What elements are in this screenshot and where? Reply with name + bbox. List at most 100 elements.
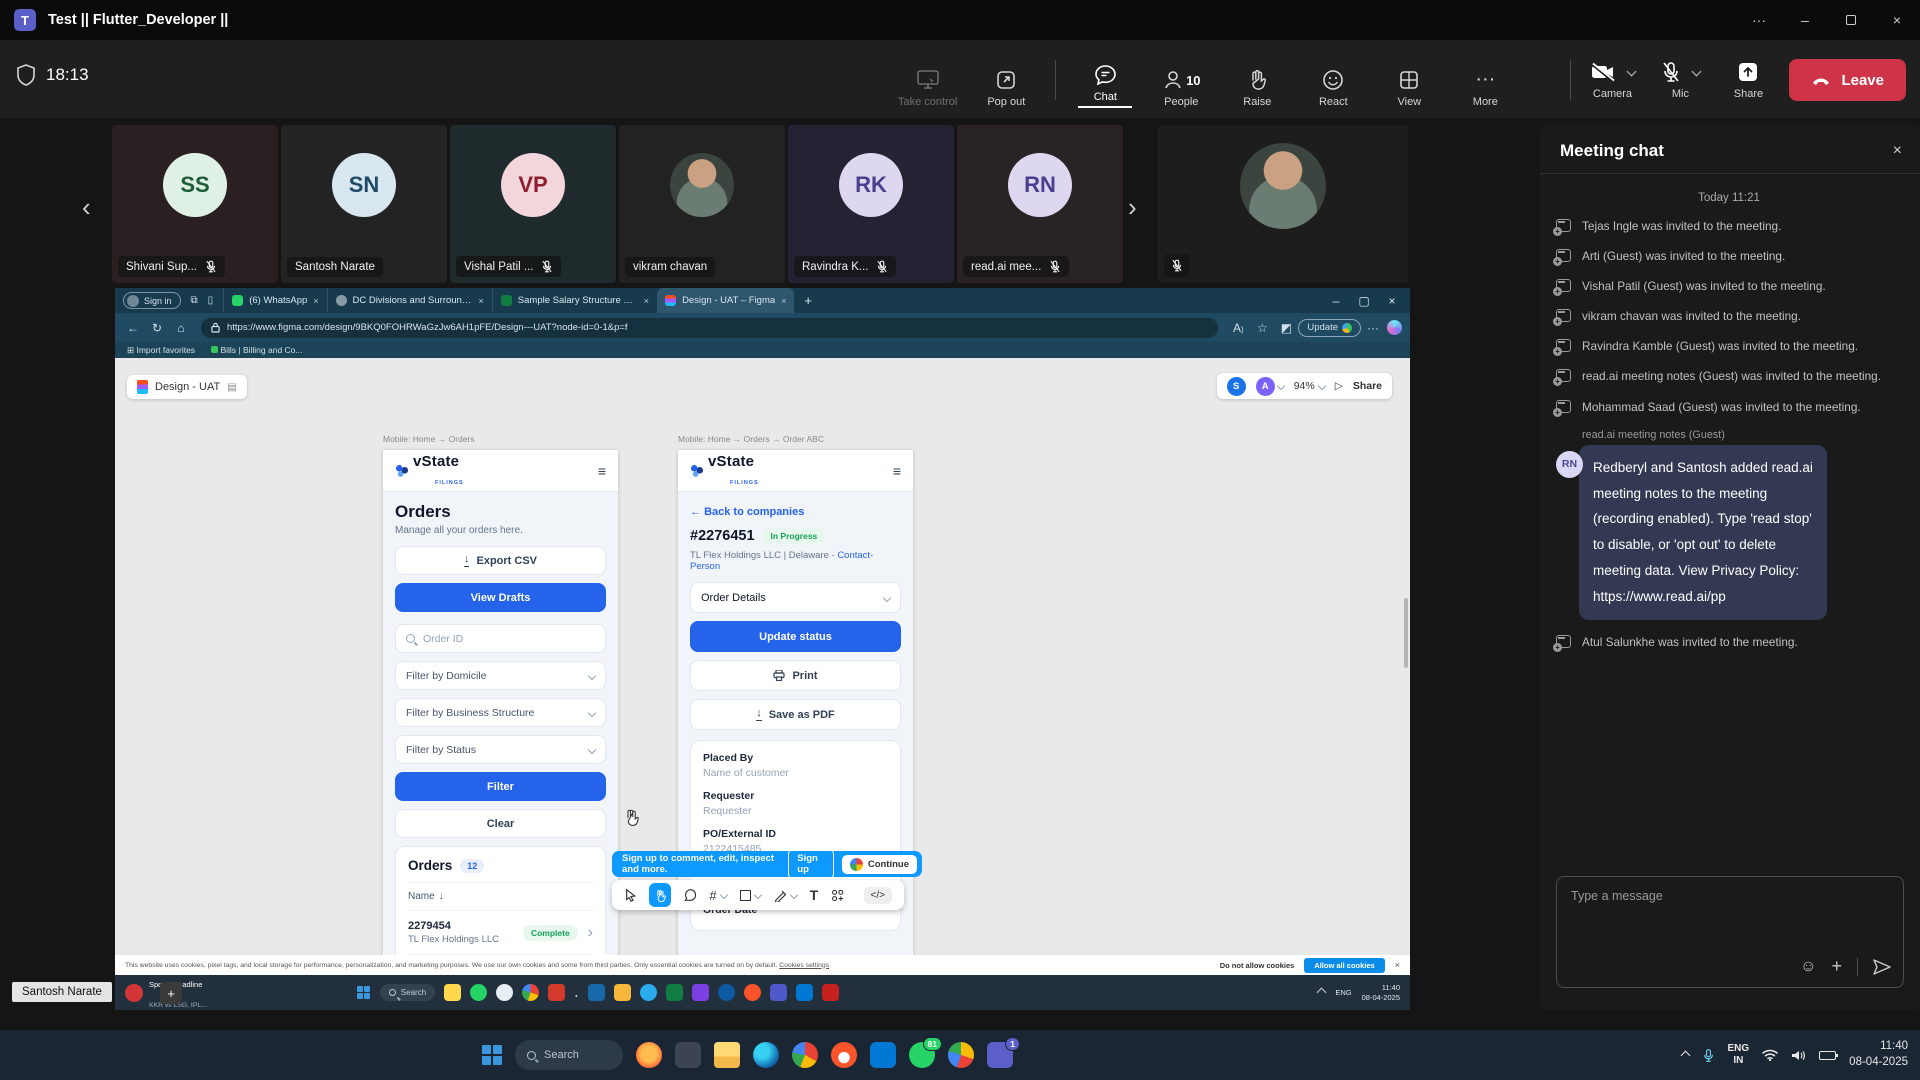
whatsapp-icon[interactable]: 81: [909, 1042, 935, 1068]
emoji-icon[interactable]: ☺: [1800, 958, 1816, 976]
canvas-scrollbar[interactable]: [1404, 598, 1408, 668]
order-row[interactable]: 2279454 TL Flex Holdings LLC Complete ›: [408, 910, 593, 954]
allow-cookies-button[interactable]: Allow all cookies: [1304, 958, 1384, 973]
view-button[interactable]: View: [1382, 69, 1436, 108]
browser-update-button[interactable]: Update: [1298, 319, 1361, 337]
shared-taskbar-icon[interactable]: [470, 984, 487, 1001]
figma-file-chip[interactable]: Design - UAT ▤: [127, 375, 247, 399]
extensions-icon[interactable]: ◩: [1274, 321, 1298, 335]
leave-button[interactable]: Leave: [1789, 59, 1906, 101]
shared-taskbar-icon[interactable]: [614, 984, 631, 1001]
shared-taskbar-icon[interactable]: [444, 984, 461, 1001]
hand-tool-button[interactable]: [649, 883, 670, 907]
present-icon[interactable]: ▷: [1335, 380, 1343, 392]
file-explorer-icon[interactable]: [714, 1042, 740, 1068]
save-as-pdf-button[interactable]: ↓Save as PDF: [690, 699, 901, 730]
frame-label[interactable]: Mobile: Home → Orders → Order ABC: [678, 434, 824, 444]
move-tool-icon[interactable]: [624, 888, 636, 903]
tab-actions-icon[interactable]: ▯: [208, 295, 214, 306]
back-to-companies-link[interactable]: ← Back to companies: [690, 506, 901, 518]
chat-close-icon[interactable]: ×: [1893, 142, 1902, 160]
new-tab-icon[interactable]: +: [804, 293, 812, 308]
maximize-button[interactable]: [1828, 0, 1874, 40]
shared-taskbar-icon[interactable]: [822, 984, 839, 1001]
more-button[interactable]: ··· More: [1458, 69, 1512, 108]
filter-button[interactable]: Filter: [395, 772, 606, 801]
shared-taskbar-icon[interactable]: [522, 984, 539, 1001]
favorite-star-icon[interactable]: ☆: [1250, 321, 1274, 335]
browser-close-icon[interactable]: ×: [1380, 294, 1404, 308]
order-details-select[interactable]: Order Details: [690, 582, 901, 613]
column-header-name[interactable]: Name↓: [408, 882, 593, 910]
browser-settings-dots-icon[interactable]: ···: [1361, 321, 1385, 335]
scroll-right-chevron-icon[interactable]: ›: [1128, 192, 1137, 223]
tab-close-icon[interactable]: ×: [479, 296, 484, 306]
participant-tile[interactable]: VP Vishal Patil ...: [450, 125, 616, 283]
minimize-button[interactable]: –: [1782, 0, 1828, 40]
shared-taskbar-icon[interactable]: [496, 984, 513, 1001]
chat-message-input[interactable]: Type a message ☺ +: [1556, 876, 1904, 988]
camera-button[interactable]: Camera: [1585, 61, 1639, 100]
copilot-icon[interactable]: [1387, 320, 1402, 335]
wifi-icon[interactable]: [1762, 1049, 1778, 1061]
start-icon[interactable]: [357, 986, 371, 1000]
shared-taskbar-icon[interactable]: [796, 984, 813, 1001]
scroll-left-chevron-icon[interactable]: ‹: [82, 192, 91, 223]
teams-icon[interactable]: 1: [987, 1042, 1013, 1068]
send-icon[interactable]: [1873, 959, 1891, 975]
shared-taskbar-icon[interactable]: [588, 984, 605, 1001]
shared-taskbar-icon[interactable]: [692, 984, 709, 1001]
update-status-button[interactable]: Update status: [690, 621, 901, 652]
language-indicator[interactable]: ENG: [1728, 1043, 1750, 1054]
shared-taskbar-icon[interactable]: [640, 984, 657, 1001]
view-drafts-button[interactable]: View Drafts: [395, 583, 606, 612]
firefox-icon[interactable]: [636, 1042, 662, 1068]
taskbar-search-box[interactable]: Search: [515, 1040, 623, 1070]
clear-button[interactable]: Clear: [395, 809, 606, 838]
people-button[interactable]: 10 People: [1154, 69, 1208, 108]
window-menu-button[interactable]: ···: [1736, 0, 1782, 40]
mic-button[interactable]: Mic: [1653, 61, 1707, 100]
shared-taskbar-icon[interactable]: [770, 984, 787, 1001]
tab-close-icon[interactable]: ×: [644, 296, 649, 306]
settings-icon[interactable]: [675, 1042, 701, 1068]
collaborator-avatar[interactable]: S: [1227, 377, 1246, 396]
chat-button[interactable]: Chat: [1078, 64, 1132, 108]
browser-maximize-icon[interactable]: ▢: [1352, 294, 1376, 308]
print-button[interactable]: Print: [690, 660, 901, 691]
vscode-icon[interactable]: [870, 1042, 896, 1068]
mic-options-chevron-icon[interactable]: [1692, 67, 1702, 77]
shared-taskbar-icon[interactable]: [548, 984, 565, 1001]
browser-signin-chip[interactable]: Sign in: [123, 292, 181, 309]
share-button[interactable]: Share: [1721, 61, 1775, 100]
volume-icon[interactable]: [1791, 1049, 1806, 1062]
comment-tool-icon[interactable]: [684, 888, 696, 902]
tab-close-icon[interactable]: ×: [781, 296, 786, 306]
edge-icon[interactable]: [753, 1042, 779, 1068]
back-icon[interactable]: ←: [121, 321, 145, 335]
zoom-select[interactable]: 94%: [1294, 380, 1325, 392]
participant-tile[interactable]: SS Shivani Sup...: [112, 125, 278, 283]
bookmark-item[interactable]: Bills | Billing and Co...: [211, 345, 302, 355]
brave-icon[interactable]: [831, 1042, 857, 1068]
shared-search-box[interactable]: Search: [380, 984, 435, 1001]
hamburger-menu-icon[interactable]: ≡: [598, 463, 606, 479]
text-tool-button[interactable]: T: [810, 887, 819, 903]
participant-tile[interactable]: vikram chavan: [619, 125, 785, 283]
participant-tile[interactable]: RN read.ai mee...: [957, 125, 1123, 283]
read-aloud-icon[interactable]: A): [1226, 321, 1250, 335]
chat-message[interactable]: RN Redberyl and Santosh added read.ai me…: [1556, 445, 1902, 620]
pages-icon[interactable]: ▤: [227, 382, 236, 393]
frame-tool-button[interactable]: #: [709, 888, 726, 903]
resources-tool-icon[interactable]: [831, 888, 844, 902]
sign-up-button[interactable]: Sign up: [788, 849, 834, 879]
browser-tab[interactable]: Sample Salary Structure with calc×: [492, 288, 657, 313]
vertical-tabs-icon[interactable]: ⧉: [191, 295, 198, 306]
export-csv-button[interactable]: ↓Export CSV: [395, 546, 606, 575]
shared-taskbar-icon[interactable]: [666, 984, 683, 1001]
collaborator-avatar[interactable]: A: [1256, 377, 1275, 396]
browser-tab[interactable]: (6) WhatsApp×: [223, 288, 326, 313]
spotlight-tile[interactable]: [1158, 125, 1408, 283]
camera-options-chevron-icon[interactable]: [1627, 67, 1637, 77]
browser-tab[interactable]: DC Divisions and Surroundings×: [327, 288, 492, 313]
